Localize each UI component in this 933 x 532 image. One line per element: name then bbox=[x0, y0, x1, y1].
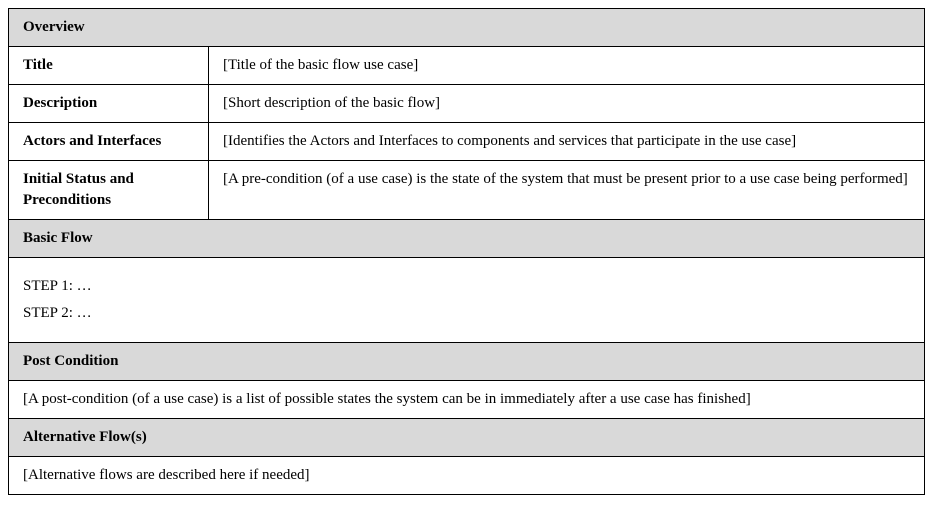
basic-flow-steps: STEP 1: … STEP 2: … bbox=[9, 258, 925, 343]
post-condition-value: [A post-condition (of a use case) is a l… bbox=[9, 381, 925, 419]
preconditions-value: [A pre-condition (of a use case) is the … bbox=[209, 161, 925, 220]
post-condition-header: Post Condition bbox=[9, 343, 925, 381]
use-case-template-table: Overview Title [Title of the basic flow … bbox=[8, 8, 925, 495]
alternative-flows-value: [Alternative flows are described here if… bbox=[9, 457, 925, 495]
actors-value: [Identifies the Actors and Interfaces to… bbox=[209, 123, 925, 161]
description-label: Description bbox=[9, 85, 209, 123]
actors-label: Actors and Interfaces bbox=[9, 123, 209, 161]
basic-flow-step: STEP 1: … bbox=[23, 276, 910, 297]
description-value: [Short description of the basic flow] bbox=[209, 85, 925, 123]
preconditions-label: Initial Status and Preconditions bbox=[9, 161, 209, 220]
overview-header: Overview bbox=[9, 9, 925, 47]
basic-flow-header: Basic Flow bbox=[9, 220, 925, 258]
title-value: [Title of the basic flow use case] bbox=[209, 47, 925, 85]
basic-flow-step: STEP 2: … bbox=[23, 303, 910, 324]
alternative-flows-header: Alternative Flow(s) bbox=[9, 419, 925, 457]
title-label: Title bbox=[9, 47, 209, 85]
